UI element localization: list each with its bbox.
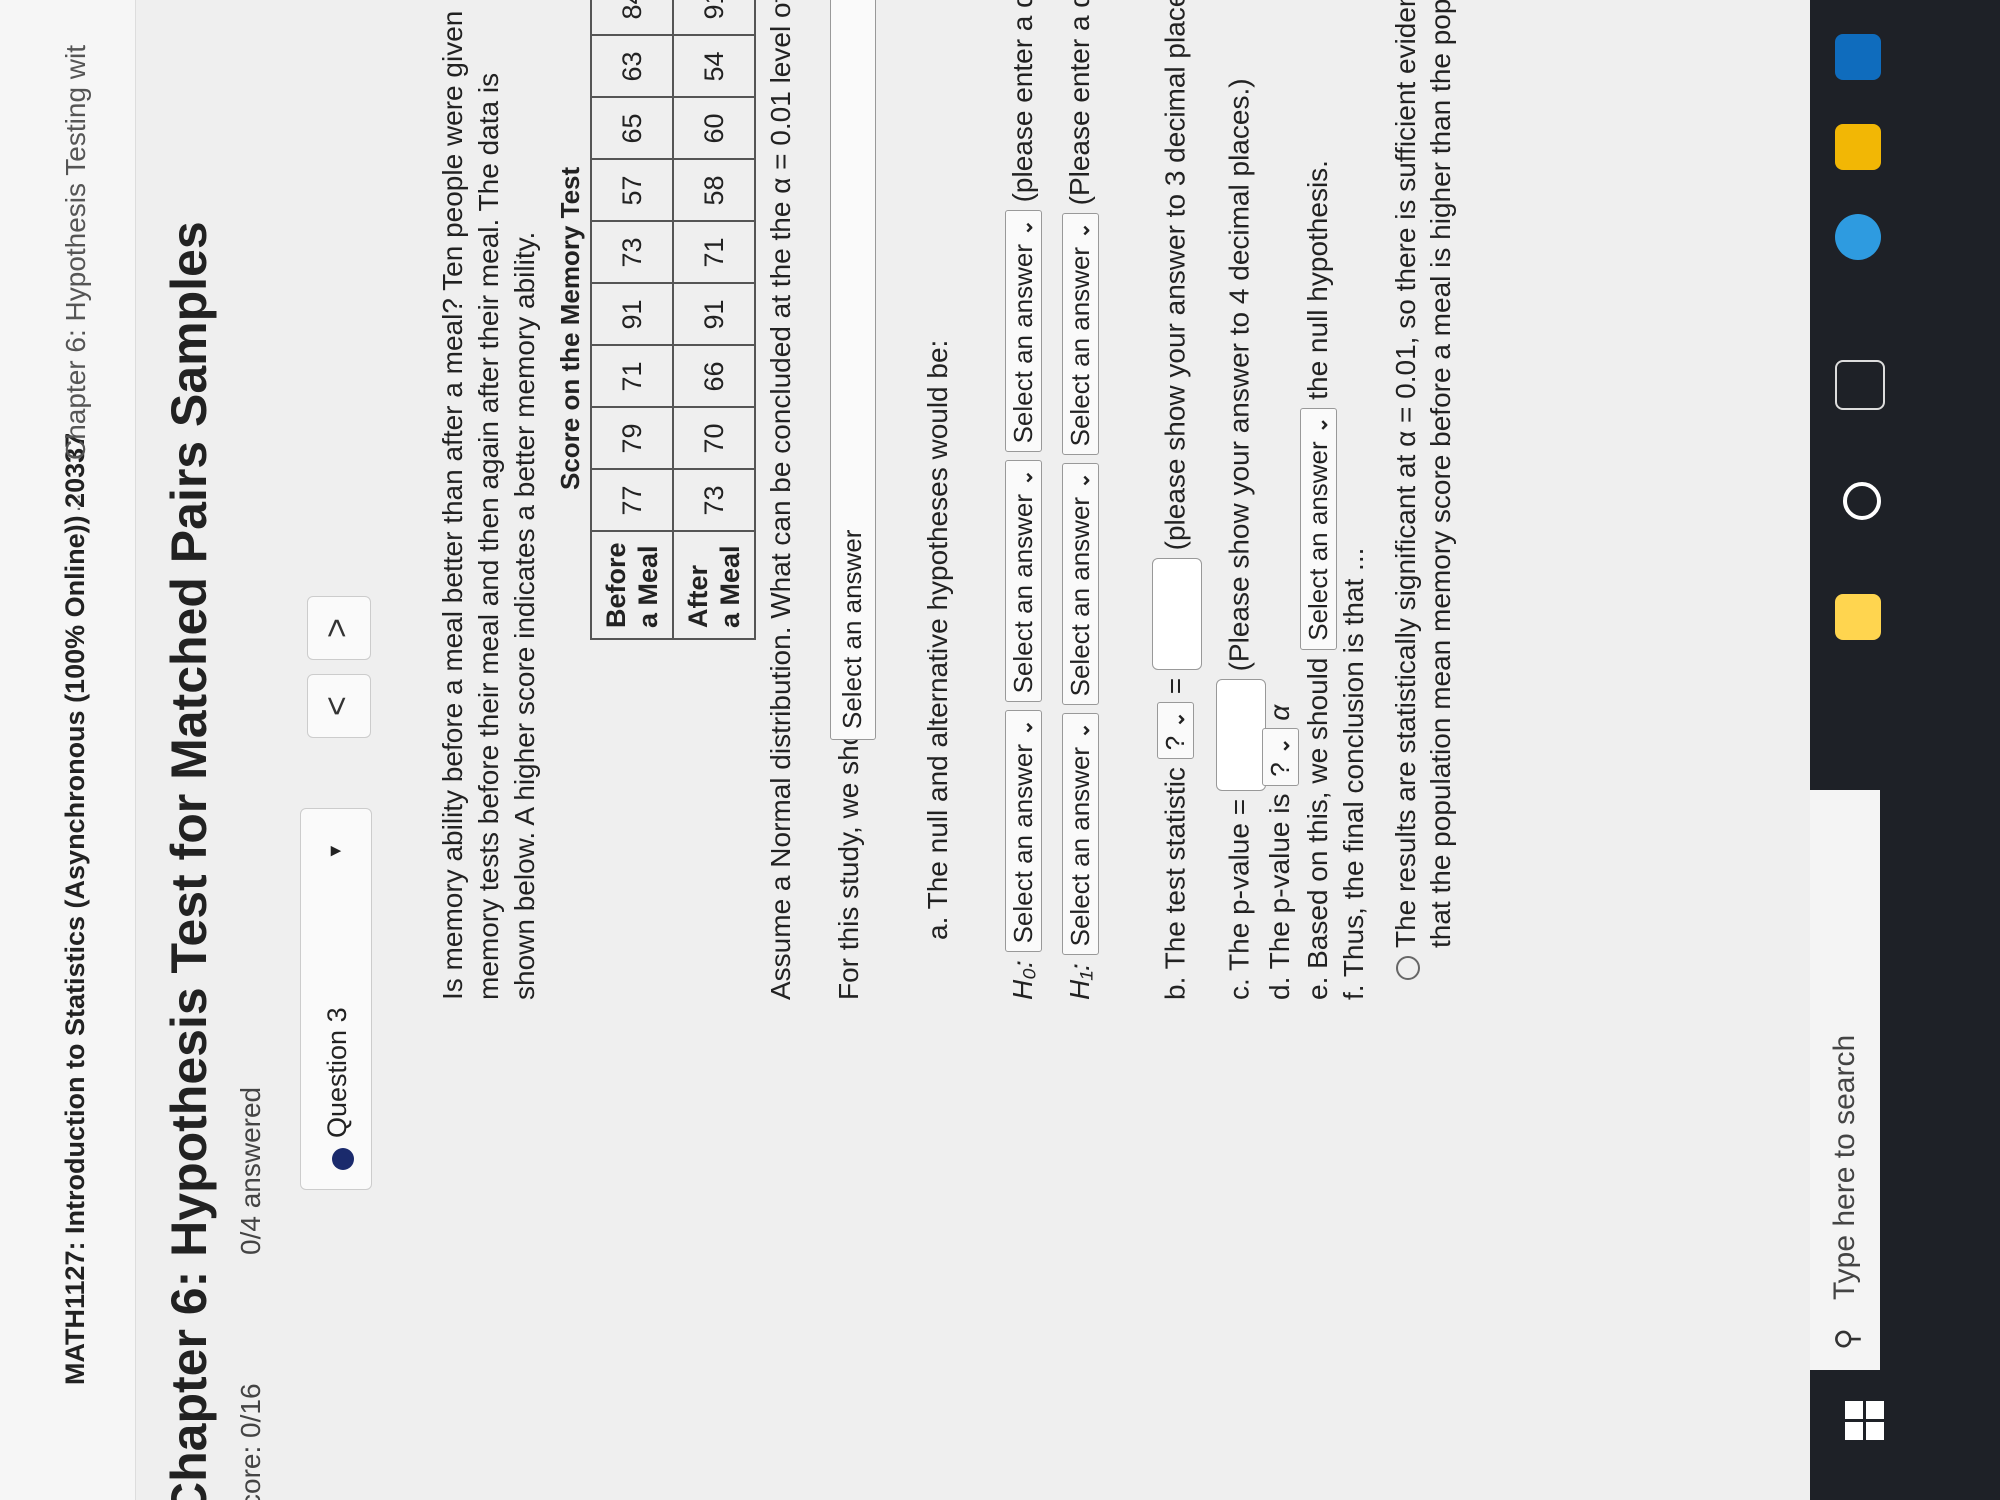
row-label: Before a Meal: [591, 531, 673, 639]
part-b-note: (please show your answer to 3 decimal pl…: [1159, 0, 1191, 551]
breadcrumb-separator: ...: [60, 493, 85, 512]
table-cell: 57: [591, 159, 673, 222]
h0-param-select[interactable]: Select an answer⌄: [1005, 710, 1042, 953]
part-e-row: e. Based on this, we should Select an an…: [1300, 160, 1337, 1000]
study-type-select[interactable]: Select an answer ⌄: [830, 0, 876, 740]
h0-row: H₀: Select an answer⌄ Select an answer⌄ …: [1005, 0, 1042, 1000]
p-value-compare-select[interactable]: ?⌄: [1262, 728, 1299, 786]
part-e-suffix: the null hypothesis.: [1302, 160, 1333, 400]
chevron-down-icon: ⌄: [1310, 416, 1332, 434]
h1-row: H₁: Select an answer⌄ Select an answer⌄ …: [1062, 0, 1099, 1000]
prev-question-button[interactable]: <: [307, 674, 371, 738]
task-view-icon[interactable]: [1835, 360, 1885, 410]
part-b-row: b. The test statistic ?⌄ = (please show …: [1152, 0, 1202, 1000]
table-cell: 70: [673, 407, 755, 470]
part-b-label: b. The test statistic: [1159, 767, 1191, 1000]
answered-count: 0/4 answered: [235, 1086, 266, 1255]
question-status-dot: [332, 1148, 354, 1170]
table-cell: 91: [673, 0, 755, 36]
table-cell: 71: [673, 221, 755, 284]
chevron-down-icon: ⌄: [1072, 722, 1094, 739]
next-question-button[interactable]: >: [307, 596, 371, 660]
chevron-down-icon: ⌄: [1015, 719, 1037, 736]
table-cell: 84: [591, 0, 673, 36]
table-cell: 77: [591, 469, 673, 532]
search-icon: ⚲: [1831, 1328, 1864, 1350]
decision-select[interactable]: Select an answer⌄: [1300, 407, 1337, 650]
table-cell: 54: [673, 35, 755, 98]
h1-note: (Please enter a decimal): [1064, 0, 1095, 206]
part-f-text: f. Thus, the final conclusion is that ..…: [1338, 547, 1369, 1000]
option-1-line-2: that the population mean memory score be…: [1425, 0, 1456, 948]
table-cell: 63: [591, 35, 673, 98]
table-cell: 58: [673, 159, 755, 222]
part-c-note: (Please show your answer to 4 decimal pl…: [1223, 78, 1255, 672]
p-value-input[interactable]: [1216, 679, 1266, 792]
h1-value-select[interactable]: Select an answer⌄: [1062, 213, 1099, 456]
question-label: Question 3: [322, 1007, 352, 1138]
table-row: Before a Meal 77 79 71 91 73 57 65 63 84 …: [591, 0, 673, 639]
screen: MATH1127: Introduction to Statistics (As…: [0, 0, 2000, 1500]
table-cell: 73: [673, 469, 755, 532]
chevron-down-icon: ⌄: [1072, 472, 1094, 489]
browser-header: MATH1127: Introduction to Statistics (As…: [0, 0, 136, 1500]
outlook-icon[interactable]: [1835, 34, 1881, 80]
h0-relation-select[interactable]: Select an answer⌄: [1005, 460, 1042, 703]
caret-down-icon: ▼: [325, 842, 345, 860]
h1-param-select[interactable]: Select an answer⌄: [1062, 713, 1099, 956]
memory-table: Before a Meal 77 79 71 91 73 57 65 63 84 …: [590, 0, 756, 640]
test-statistic-select[interactable]: ?⌄: [1157, 702, 1195, 760]
breadcrumb[interactable]: Chapter 6: Hypothesis Testing wit: [60, 45, 92, 460]
taskbar-search-placeholder[interactable]: Type here to search: [1828, 1035, 1862, 1300]
chevron-down-icon: ⌄: [1015, 469, 1037, 486]
part-d-label: d. The p-value is: [1264, 793, 1295, 1001]
copilot-icon[interactable]: [1835, 594, 1881, 640]
table-cell: 60: [673, 97, 755, 160]
edge-icon[interactable]: [1835, 214, 1881, 260]
table-cell: 71: [591, 345, 673, 408]
score-text: core: 0/16: [235, 1383, 266, 1500]
problem-text: Is memory ability before a meal better t…: [437, 10, 540, 1000]
equals-sign: =: [1159, 677, 1191, 695]
table-cell: 79: [591, 407, 673, 470]
part-c-label: c. The p-value =: [1223, 798, 1255, 1000]
radio-button[interactable]: [1395, 956, 1420, 980]
conclusion-option-1[interactable]: The results are statistically significan…: [1390, 0, 1422, 980]
h1-relation-select[interactable]: Select an answer⌄: [1062, 463, 1099, 706]
table-cell: 91: [591, 283, 673, 346]
chevron-down-icon: ⌄: [1072, 222, 1094, 239]
hypotheses-intro: a. The null and alternative hypotheses w…: [922, 339, 953, 940]
h0-value-select[interactable]: Select an answer⌄: [1005, 210, 1042, 453]
table-cell: 91: [673, 283, 755, 346]
table-cell: 66: [673, 345, 755, 408]
alpha-symbol: α: [1264, 704, 1295, 721]
windows-start-icon[interactable]: [1845, 1400, 1885, 1440]
h0-label: H₀:: [1007, 960, 1038, 1000]
course-title[interactable]: MATH1127: Introduction to Statistics (As…: [60, 433, 91, 1385]
chevron-down-icon: ⌄: [1015, 219, 1037, 236]
table-cell: 73: [591, 221, 673, 284]
chevron-down-icon: ⌄: [1167, 711, 1190, 728]
page-title: Chapter 6: Hypothesis Test for Matched P…: [161, 221, 217, 1500]
assume-text: Assume a Normal distribution. What can b…: [765, 0, 796, 1000]
file-explorer-icon[interactable]: [1835, 124, 1881, 170]
part-c-row: c. The p-value = (Please show your answe…: [1216, 78, 1266, 1000]
option-1-line-1: The results are statistically significan…: [1390, 0, 1421, 948]
table-row: Aftera Meal 73 70 66 91 71 58 60 54 91 4…: [673, 0, 755, 639]
h1-label: H₁:: [1064, 963, 1095, 1000]
study-select-label: Select an answer: [837, 529, 867, 729]
part-d-row: d. The p-value is ?⌄ α: [1262, 705, 1299, 1000]
cortana-icon[interactable]: [1843, 482, 1881, 520]
table-caption: Score on the Memory Test: [555, 166, 585, 490]
chevron-down-icon: ⌄: [1272, 737, 1294, 755]
part-e-label: e. Based on this, we should: [1302, 657, 1333, 1000]
table-cell: 65: [591, 97, 673, 160]
h0-note: (please enter a decimal): [1007, 0, 1038, 203]
row-label: After a Meal: [673, 531, 755, 639]
test-statistic-input[interactable]: [1152, 558, 1202, 671]
